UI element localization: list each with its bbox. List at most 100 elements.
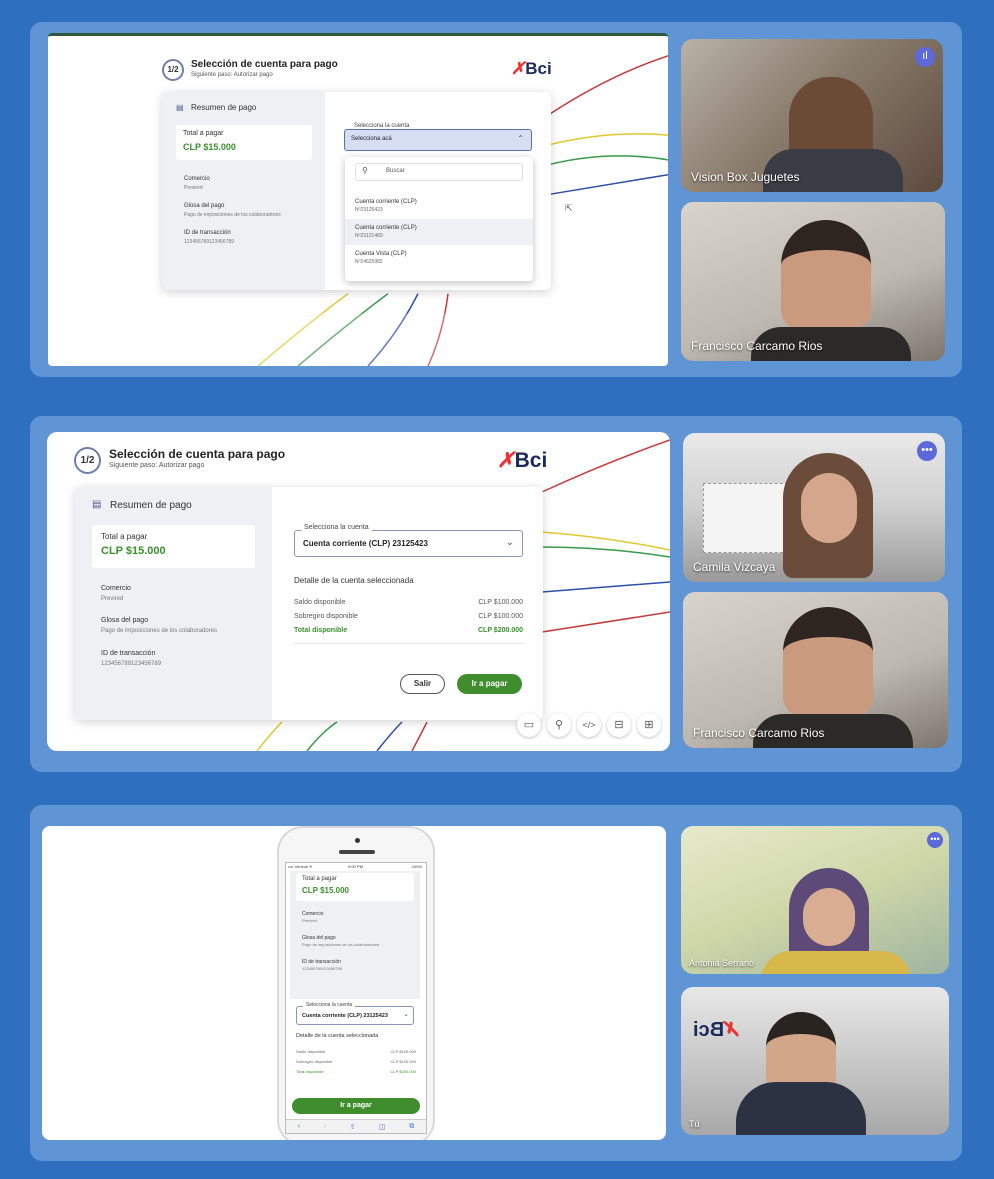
overdraft-value: CLP $100.000 bbox=[478, 613, 523, 620]
more-options-icon[interactable]: ••• bbox=[917, 441, 937, 461]
share-icon[interactable]: ⇪ bbox=[350, 1123, 356, 1131]
flow-icon[interactable]: ⊟ bbox=[607, 713, 631, 737]
participant-tile-2[interactable]: Francisco Carcamo Rios bbox=[681, 202, 945, 361]
phone-summary: Total a pagar CLP $15.000 Comercio Previ… bbox=[290, 871, 420, 999]
participant-video-face bbox=[803, 888, 855, 946]
account-select-legend: Selecciona la cuenta bbox=[354, 123, 410, 129]
txn-value: 123456789123456789 bbox=[101, 661, 162, 667]
meeting-panel-1: 1/2 Selección de cuenta para pago Siguie… bbox=[30, 22, 962, 377]
total-box: Total a pagar CLP $15.000 bbox=[92, 525, 255, 568]
grid-icon[interactable]: ⊞ bbox=[637, 713, 661, 737]
txn-label: ID de transacción bbox=[184, 230, 231, 236]
txn-value: 123456789123456789 bbox=[184, 239, 235, 245]
desc-label: Glosa del pago bbox=[184, 203, 225, 209]
detail-title: Detalle de la cuenta seleccionada bbox=[294, 576, 414, 585]
total-label: Total a pagar bbox=[302, 876, 337, 882]
participant-tile-5[interactable]: ••• Antonia Serrano bbox=[681, 826, 949, 974]
participant-tile-4[interactable]: Francisco Carcamo Rios bbox=[683, 592, 948, 748]
total-label: Total a pagar bbox=[183, 130, 224, 137]
exit-button[interactable]: Salir bbox=[400, 674, 445, 694]
meeting-panel-2: 1/2 Selección de cuenta para pago Siguie… bbox=[30, 416, 962, 772]
forward-icon[interactable]: › bbox=[324, 1123, 326, 1130]
divider bbox=[294, 643, 523, 644]
overdraft-label: Sobregiro disponible bbox=[296, 1059, 333, 1064]
total-available-value: CLP $200.000 bbox=[477, 627, 523, 634]
audio-level-icon: ıl bbox=[915, 47, 935, 67]
shared-screen-2: 1/2 Selección de cuenta para pago Siguie… bbox=[47, 432, 670, 751]
account-option-number: Nº23125423 bbox=[355, 207, 383, 213]
account-option-1[interactable]: Cuenta corriente (CLP) Nº23125423 bbox=[345, 193, 533, 219]
account-select[interactable]: Selecciona la cuenta Cuenta corriente (C… bbox=[296, 1002, 414, 1025]
wall-writing bbox=[703, 483, 793, 553]
phone-carrier: •••• Verizon ✈ bbox=[288, 864, 313, 869]
desc-value: Pago de imposiciones de los colaboradore… bbox=[302, 942, 380, 947]
mouse-pointer-icon: ⇱ bbox=[565, 203, 573, 213]
available-value: CLP $100.000 bbox=[478, 599, 523, 606]
phone-frame: •••• Verizon ✈ 9:00 PM 100% Total a paga… bbox=[277, 826, 435, 1140]
pay-button[interactable]: Ir a pagar bbox=[457, 674, 522, 694]
summary-title: Resumen de pago bbox=[110, 500, 192, 511]
chevron-down-icon: ⌄ bbox=[403, 1011, 409, 1018]
bci-logo: ✗Bci bbox=[511, 59, 552, 78]
account-option-name: Cuenta Vista (CLP) bbox=[355, 251, 407, 257]
participant-tile-6[interactable]: ✗Bci Tú bbox=[681, 987, 949, 1135]
account-select-placeholder: Selecciona acá bbox=[351, 136, 392, 142]
available-value: CLP $100.000 bbox=[390, 1049, 416, 1054]
total-value: CLP $15.000 bbox=[183, 142, 236, 152]
account-select[interactable]: Selecciona la cuenta Selecciona acá ⌃ bbox=[344, 123, 532, 151]
page-subtitle: Siguiente paso: Autorizar pago bbox=[109, 462, 205, 469]
account-select[interactable]: Selecciona la cuenta Cuenta corriente (C… bbox=[294, 524, 523, 557]
merchant-value: Previred bbox=[101, 596, 124, 602]
chevron-up-icon: ⌃ bbox=[517, 134, 524, 143]
participant-name: Francisco Carcamo Rios bbox=[693, 726, 825, 740]
total-box: Total a pagar CLP $15.000 bbox=[176, 125, 312, 160]
participant-video bbox=[783, 607, 873, 717]
bookmarks-icon[interactable]: ◫ bbox=[379, 1123, 386, 1131]
comment-icon[interactable]: ▭ bbox=[517, 713, 541, 737]
pay-button[interactable]: Ir a pagar bbox=[292, 1098, 420, 1114]
account-option-name: Cuenta corriente (CLP) bbox=[355, 225, 417, 231]
step-indicator: 1/2 bbox=[162, 59, 184, 81]
page-subtitle: Siguiente paso: Autorizar pago bbox=[191, 72, 273, 78]
phone-clock: 9:00 PM bbox=[348, 864, 363, 869]
total-available-label: Total disponible bbox=[294, 627, 348, 634]
tabs-icon[interactable]: ⧉ bbox=[409, 1123, 414, 1131]
payment-card: ▤ Resumen de pago Total a pagar CLP $15.… bbox=[75, 487, 543, 720]
participant-video bbox=[781, 220, 871, 330]
participant-video-body bbox=[761, 951, 911, 974]
phone-speaker bbox=[339, 850, 375, 854]
phone-camera bbox=[355, 838, 360, 843]
participant-tile-1[interactable]: ıl Vision Box Juguetes bbox=[681, 39, 943, 192]
account-option-number: Nº23121460 bbox=[355, 233, 383, 239]
back-icon[interactable]: ‹ bbox=[298, 1123, 300, 1130]
code-icon[interactable]: </> bbox=[577, 713, 601, 737]
page-title: Selección de cuenta para pago bbox=[109, 447, 286, 461]
chevron-down-icon: ⌄ bbox=[505, 537, 514, 548]
page-title: Selección de cuenta para pago bbox=[191, 59, 338, 70]
txn-value: 123456789123456789 bbox=[302, 966, 343, 971]
account-option-2[interactable]: Cuenta corriente (CLP) Nº23121460 bbox=[345, 219, 533, 245]
summary-title: Resumen de pago bbox=[191, 103, 257, 112]
participant-name: Vision Box Juguetes bbox=[691, 170, 800, 184]
detail-title: Detalle de la cuenta seleccionada bbox=[296, 1033, 379, 1039]
bci-wall-logo: ✗Bci bbox=[693, 1019, 741, 1041]
account-select-value: Cuenta corriente (CLP) 23125423 bbox=[302, 1013, 388, 1019]
search-icon[interactable]: ⚲ bbox=[547, 713, 571, 737]
browser-toolbar: ‹ › ⇪ ◫ ⧉ bbox=[286, 1119, 426, 1133]
total-available-label: Total disponible bbox=[296, 1069, 324, 1074]
search-input[interactable]: ⚲ Buscar bbox=[355, 163, 523, 181]
overdraft-value: CLP $100.000 bbox=[390, 1059, 416, 1064]
merchant-value: Previred bbox=[302, 918, 317, 923]
shared-screen-3: •••• Verizon ✈ 9:00 PM 100% Total a paga… bbox=[42, 826, 666, 1140]
more-options-icon[interactable]: ••• bbox=[927, 832, 943, 848]
account-option-3[interactable]: Cuenta Vista (CLP) Nº24625982 bbox=[345, 245, 533, 271]
meeting-panel-3: •••• Verizon ✈ 9:00 PM 100% Total a paga… bbox=[30, 805, 962, 1161]
account-select-value: Cuenta corriente (CLP) 23125423 bbox=[303, 539, 428, 548]
desc-value: Pago de imposiciones de los colaboradore… bbox=[101, 628, 218, 634]
search-icon: ⚲ bbox=[362, 166, 368, 175]
account-select-legend: Selecciona la cuenta bbox=[303, 1002, 356, 1008]
overdraft-label: Sobregiro disponible bbox=[294, 613, 358, 620]
account-dropdown: ⚲ Buscar Cuenta corriente (CLP) Nº231254… bbox=[345, 157, 533, 281]
participant-tile-3[interactable]: ••• Camila Vizcaya bbox=[683, 433, 945, 582]
available-label: Saldo disponible bbox=[294, 599, 346, 606]
